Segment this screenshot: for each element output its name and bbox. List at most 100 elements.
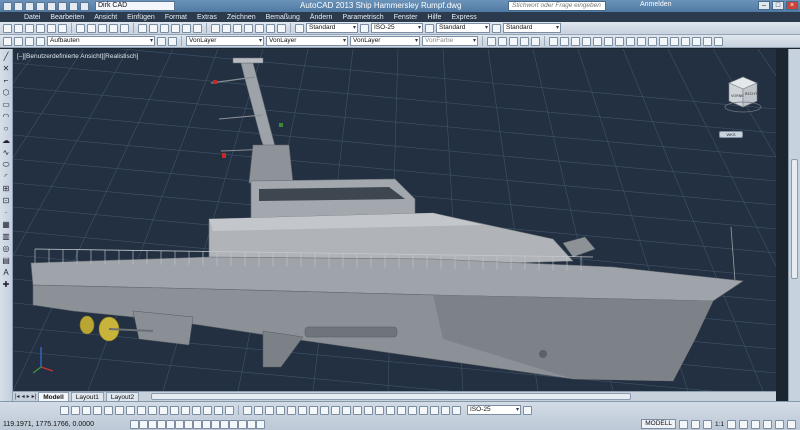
hidden-icon[interactable] <box>509 36 518 46</box>
line-icon[interactable]: ╱ <box>4 52 9 61</box>
menu-hilfe[interactable]: Hilfe <box>427 14 441 21</box>
grid-display-icon[interactable] <box>148 419 157 429</box>
minimize-button[interactable]: – <box>758 1 770 10</box>
sheet-set-icon[interactable] <box>244 23 253 33</box>
menu-extras[interactable]: Extras <box>197 14 217 21</box>
ortho-mode-icon[interactable] <box>157 419 166 429</box>
menu-fenster[interactable]: Fenster <box>394 14 418 21</box>
table-style-select[interactable]: Standard <box>436 23 490 33</box>
design-center-icon[interactable] <box>222 23 231 33</box>
coordinate-readout[interactable]: 119.1971, 1775.1766, 0.0000 <box>0 421 130 428</box>
stretch-icon[interactable] <box>148 405 157 415</box>
open-file-icon[interactable] <box>25 1 34 11</box>
union-icon[interactable] <box>670 36 679 46</box>
paste-icon[interactable] <box>98 23 107 33</box>
wcs-menu-button[interactable]: WKS <box>719 131 743 138</box>
menu-aendern[interactable]: Ändern <box>310 14 333 21</box>
dynamic-ucs-icon[interactable] <box>202 419 211 429</box>
fillet-icon[interactable] <box>214 405 223 415</box>
object-snap-tracking-icon[interactable] <box>193 419 202 429</box>
horizontal-scrollbar[interactable] <box>151 393 632 400</box>
viewport-label[interactable]: [–][Benutzerdefinierte Ansicht][Realisti… <box>17 53 138 60</box>
zoom-realtime-icon[interactable] <box>171 23 180 33</box>
undo-icon[interactable] <box>138 23 147 33</box>
move-icon[interactable] <box>115 405 124 415</box>
make-current-layer-icon[interactable] <box>157 36 166 46</box>
redo-icon[interactable] <box>80 1 89 11</box>
3d-object-snap-icon[interactable] <box>184 419 193 429</box>
menu-bearbeiten[interactable]: Bearbeiten <box>50 14 84 21</box>
dim-linear-icon[interactable] <box>243 405 252 415</box>
add-selected-icon[interactable]: ✚ <box>3 280 10 289</box>
rotate-icon[interactable] <box>126 405 135 415</box>
quick-dim-icon[interactable] <box>331 405 340 415</box>
mirror-icon[interactable] <box>82 405 91 415</box>
box-icon[interactable] <box>626 36 635 46</box>
model-space-button[interactable]: MODELL <box>641 419 676 429</box>
transparency-icon[interactable] <box>229 419 238 429</box>
close-button[interactable]: × <box>786 1 798 10</box>
menu-ansicht[interactable]: Ansicht <box>94 14 117 21</box>
quick-properties-icon[interactable] <box>238 419 247 429</box>
inspect-icon[interactable] <box>408 405 417 415</box>
dim-update-icon[interactable] <box>452 405 461 415</box>
jogged-linear-icon[interactable] <box>419 405 428 415</box>
linetype-select[interactable]: VonLayer <box>266 36 348 46</box>
dim-style-status-select[interactable]: ISO-25 <box>467 405 521 415</box>
insert-block-icon[interactable]: ⊞ <box>3 184 10 193</box>
dim-jogged-icon[interactable] <box>298 405 307 415</box>
print-icon[interactable] <box>58 1 67 11</box>
markup-icon[interactable] <box>255 23 264 33</box>
region-icon[interactable]: ◎ <box>3 244 10 253</box>
erase-icon[interactable] <box>60 405 69 415</box>
scale-icon[interactable] <box>137 405 146 415</box>
ellipse-icon[interactable]: ⬭ <box>3 160 10 169</box>
dim-style-select[interactable]: ISO-25 <box>371 23 423 33</box>
tab-last-icon[interactable]: ▸| <box>32 393 37 400</box>
save-icon[interactable] <box>36 1 45 11</box>
xline-icon[interactable]: ✕ <box>3 64 10 73</box>
dim-style-manager-icon[interactable] <box>523 405 532 415</box>
drawing-viewport[interactable]: [–][Benutzerdefinierte Ansicht][Realisti… <box>13 49 776 391</box>
polar-tracking-icon[interactable] <box>166 419 175 429</box>
new-icon[interactable] <box>3 23 12 33</box>
color-select[interactable]: VonLayer <box>186 36 264 46</box>
publish-icon[interactable] <box>58 23 67 33</box>
dim-edit-icon[interactable] <box>430 405 439 415</box>
free-orbit-icon[interactable] <box>560 36 569 46</box>
preview-icon[interactable] <box>47 23 56 33</box>
tab-layout1[interactable]: Layout1 <box>70 392 104 401</box>
dim-diameter-icon[interactable] <box>309 405 318 415</box>
cut-icon[interactable] <box>76 23 85 33</box>
revision-cloud-icon[interactable]: ☁ <box>2 136 10 145</box>
realistic-icon[interactable] <box>520 36 529 46</box>
undo-icon[interactable] <box>69 1 78 11</box>
layer-select[interactable]: Aufbauten <box>47 36 155 46</box>
object-snap-icon[interactable] <box>175 419 184 429</box>
isolate-objects-icon[interactable] <box>775 419 784 429</box>
dim-ordinate-icon[interactable] <box>276 405 285 415</box>
view-front-icon[interactable] <box>593 36 602 46</box>
viewcube[interactable]: VORNE RECHTS <box>723 71 763 115</box>
open-icon[interactable] <box>14 23 23 33</box>
arc-icon[interactable]: ◠ <box>3 112 10 121</box>
pan-icon[interactable] <box>160 23 169 33</box>
maximize-button[interactable]: □ <box>772 1 784 10</box>
new-file-icon[interactable] <box>14 1 23 11</box>
app-menu-icon[interactable] <box>3 1 12 11</box>
ellipse-arc-icon[interactable]: ◜ <box>4 172 7 181</box>
quick-view-layouts-icon[interactable] <box>678 419 688 429</box>
render-icon[interactable] <box>714 36 723 46</box>
polygon-icon[interactable]: ⬡ <box>3 88 10 97</box>
dim-space-icon[interactable] <box>364 405 373 415</box>
ship-model[interactable] <box>30 57 744 382</box>
tab-layout2[interactable]: Layout2 <box>105 392 140 401</box>
clean-screen-icon[interactable] <box>787 419 796 429</box>
quick-view-drawings-icon[interactable] <box>690 419 700 429</box>
mleader-style-select[interactable]: Standard <box>503 23 561 33</box>
slice-icon[interactable] <box>703 36 712 46</box>
layer-properties-icon[interactable] <box>3 36 12 46</box>
snap-mode-icon[interactable] <box>139 419 148 429</box>
gradient-icon[interactable]: ▥ <box>2 232 10 241</box>
scrollbar-thumb[interactable] <box>791 159 798 279</box>
